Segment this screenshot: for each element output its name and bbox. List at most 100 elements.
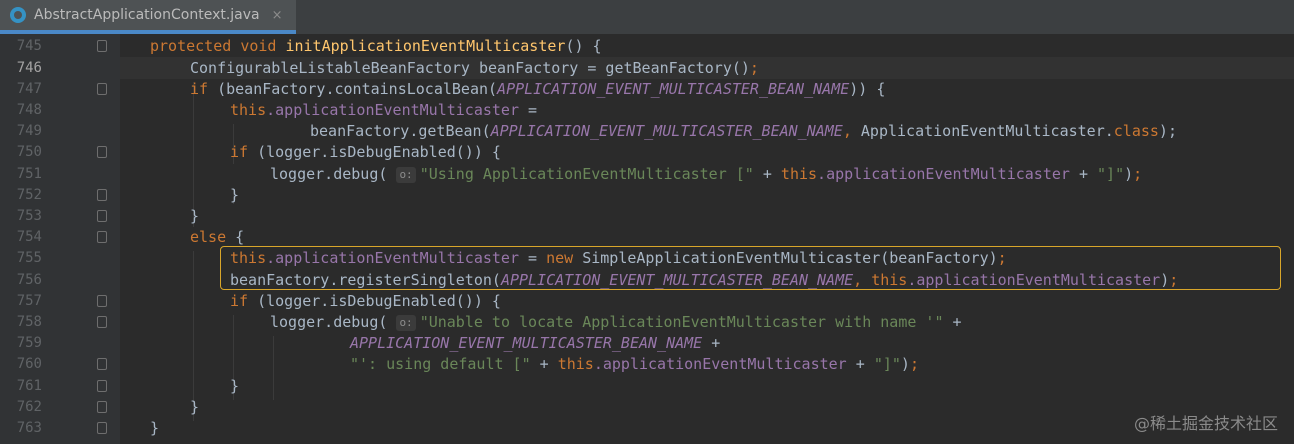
fold-toggle-icon[interactable] [97, 231, 107, 244]
code-text: "': using default [" + this.applicationE… [350, 354, 919, 375]
code-token: )) { [849, 79, 886, 98]
code-line: 746 ConfigurableListableBeanFactory bean… [0, 58, 1294, 79]
line-number: 761 [16, 377, 42, 394]
code-text: } [190, 206, 199, 227]
fold-toggle-icon[interactable] [97, 210, 107, 222]
code-line: 760 "': using default [" + this.applicat… [0, 354, 1294, 375]
editor-tab[interactable]: AbstractApplicationContext.java × [0, 0, 296, 30]
line-number: 759 [16, 335, 42, 352]
code-token: if [230, 291, 249, 310]
code-token: } [190, 207, 200, 225]
code-token: , [842, 122, 852, 141]
code-line: 758 logger.debug( o: "Unable to locate Ap… [0, 312, 1294, 333]
code-token: } [230, 185, 240, 204]
code-token: this [780, 164, 818, 183]
code-line: 751 logger.debug( o: "Using ApplicationEv… [0, 164, 1294, 185]
fold-toggle-icon[interactable] [97, 400, 107, 413]
fold-toggle-icon[interactable] [97, 358, 107, 371]
parameter-hint: o: [396, 315, 416, 331]
code-token: = [519, 101, 538, 119]
line-number: 755 [16, 250, 42, 267]
fold-toggle-icon[interactable] [97, 146, 107, 159]
code-token: APPLICATION_EVENT_MULTICASTER_BEAN_NAME [490, 122, 843, 141]
line-number: 757 [16, 292, 42, 309]
code-text: this.applicationEventMulticaster = [230, 100, 537, 121]
code-text: } [230, 376, 239, 397]
code-token: ) [1124, 164, 1134, 183]
fold-toggle-icon[interactable] [97, 294, 107, 307]
code-token: ; [1133, 164, 1143, 183]
code-token: + [702, 334, 721, 353]
code-token: ConfigurableListableBeanFactory beanFact… [190, 58, 750, 77]
code-token: + [530, 355, 558, 374]
line-number: 756 [16, 271, 42, 288]
code-token: .applicationEventMulticaster [817, 164, 1070, 183]
code-token: } [190, 397, 200, 416]
code-token: + [846, 355, 874, 374]
fold-toggle-icon[interactable] [97, 422, 107, 434]
code-editor[interactable]: 745 protected void initApplicationEventM… [0, 34, 1294, 444]
fold-toggle-icon[interactable] [97, 40, 107, 53]
code-token: ApplicationEventMulticaster. [851, 122, 1114, 141]
code-line: 759 APPLICATION_EVENT_MULTICASTER_BEAN_N… [0, 333, 1294, 354]
line-number: 762 [16, 398, 42, 415]
line-number: 748 [16, 102, 42, 118]
code-token: ; [909, 355, 919, 374]
code-token: + [1069, 164, 1098, 183]
code-token: "Using ApplicationEventMulticaster [" [419, 164, 754, 183]
line-number: 750 [16, 144, 42, 161]
code-line: 745 protected void initApplicationEventM… [0, 36, 1294, 57]
line-number: 760 [16, 356, 42, 373]
code-text: logger.debug( o: "Using ApplicationEventM… [270, 164, 1142, 185]
code-text: beanFactory.getBean(APPLICATION_EVENT_MU… [310, 121, 1177, 142]
fold-toggle-icon[interactable] [97, 188, 107, 201]
code-token: ) [900, 355, 910, 374]
code-token: class [1113, 122, 1159, 141]
code-token: if [230, 143, 249, 162]
line-number: 753 [16, 208, 42, 224]
fold-toggle-icon[interactable] [97, 316, 107, 328]
code-token: initApplicationEventMulticaster [285, 37, 566, 56]
code-token: .applicationEventMulticaster [593, 355, 847, 374]
line-number: 754 [16, 229, 42, 246]
code-line: 757 if (logger.isDebugEnabled()) { [0, 291, 1294, 312]
line-number: 752 [16, 186, 42, 203]
code-line: 762 } [0, 397, 1294, 418]
code-line: 761 } [0, 376, 1294, 397]
code-line: 752 } [0, 185, 1294, 206]
code-token: "': using default [" [350, 355, 531, 374]
line-number: 746 [16, 59, 42, 76]
code-text: if (logger.isDebugEnabled()) { [230, 291, 501, 312]
editor-tab-bar: AbstractApplicationContext.java × [0, 0, 1294, 34]
selection-highlight-box [220, 246, 1281, 290]
code-token: this [230, 101, 267, 119]
code-text: logger.debug( o: "Unable to locate Applic… [270, 312, 962, 333]
code-line: 763 } [0, 418, 1294, 439]
code-token: + [943, 313, 962, 331]
parameter-hint: o: [396, 166, 416, 183]
code-token: "]" [873, 355, 901, 374]
code-line: 753 } [0, 206, 1294, 227]
line-number: 751 [16, 165, 42, 182]
code-token: beanFactory.getBean( [310, 122, 491, 141]
code-token: if [190, 79, 209, 98]
code-token: + [753, 164, 781, 183]
code-text: if (beanFactory.containsLocalBean(APPLIC… [190, 79, 885, 100]
code-text: protected void initApplicationEventMulti… [150, 36, 602, 57]
line-number: 749 [16, 123, 42, 140]
code-text: } [230, 185, 239, 206]
java-class-icon [10, 7, 26, 23]
code-line: 747 if (beanFactory.containsLocalBean(AP… [0, 79, 1294, 100]
line-number: 763 [16, 420, 42, 436]
code-text: APPLICATION_EVENT_MULTICASTER_BEAN_NAME … [350, 333, 720, 354]
close-icon[interactable]: × [272, 8, 283, 23]
code-token: } [230, 376, 240, 395]
code-token: APPLICATION_EVENT_MULTICASTER_BEAN_NAME [497, 79, 850, 98]
fold-toggle-icon[interactable] [97, 379, 107, 392]
code-token: ; [749, 58, 759, 77]
code-token: logger.debug( [270, 313, 388, 331]
code-text: } [190, 397, 199, 418]
fold-toggle-icon[interactable] [97, 82, 107, 95]
code-text: if (logger.isDebugEnabled()) { [230, 142, 501, 163]
line-number: 747 [16, 80, 42, 97]
